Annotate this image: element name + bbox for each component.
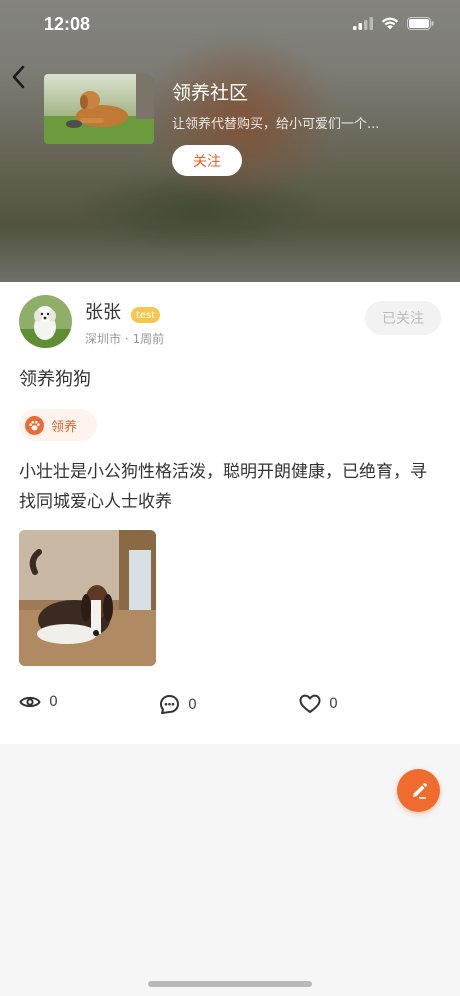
paw-icon bbox=[25, 415, 44, 435]
author-name[interactable]: 张张 bbox=[85, 298, 121, 324]
back-button[interactable] bbox=[6, 62, 30, 92]
author-location: 深圳市 bbox=[85, 332, 122, 346]
post-card: 张张 test 深圳市 · 1周前 已关注 领养狗狗 领养 小壮壮是小公狗性格活… bbox=[0, 282, 460, 744]
topic-label: 领养 bbox=[51, 419, 78, 435]
views-stat: 0 bbox=[19, 694, 58, 710]
community-header: 12:08 领养社区 让领养代替购买，给小可爱们一个... 关注 bbox=[0, 0, 460, 282]
chevron-left-icon bbox=[12, 65, 25, 89]
post-body: 小壮壮是小公狗性格活泼，聪明开朗健康，已绝育，寻找同城爱心人士收养 bbox=[19, 462, 427, 512]
community-title: 领养社区 bbox=[172, 82, 249, 104]
likes-stat[interactable]: 0 bbox=[299, 694, 338, 714]
heart-icon bbox=[299, 694, 321, 713]
community-thumbnail bbox=[44, 74, 154, 144]
post-image[interactable] bbox=[19, 530, 156, 666]
post-title: 领养狗狗 bbox=[19, 369, 91, 390]
compose-post-button[interactable] bbox=[397, 769, 440, 812]
post-time: 1周前 bbox=[132, 332, 165, 346]
views-count: 0 bbox=[49, 694, 58, 710]
comments-stat[interactable]: 0 bbox=[159, 694, 197, 715]
likes-count: 0 bbox=[329, 696, 338, 712]
comments-count: 0 bbox=[188, 696, 197, 713]
eye-icon bbox=[19, 696, 41, 708]
wifi-icon bbox=[381, 17, 399, 30]
follow-community-button[interactable]: 关注 bbox=[172, 145, 242, 176]
cellular-signal-icon bbox=[353, 17, 373, 30]
battery-icon bbox=[407, 17, 434, 30]
post-stats: 0 0 0 bbox=[19, 694, 439, 720]
community-description: 让领养代替购买，给小可爱们一个... bbox=[172, 117, 380, 132]
status-time: 12:08 bbox=[44, 14, 91, 34]
author-avatar[interactable] bbox=[19, 295, 72, 348]
home-indicator[interactable] bbox=[148, 981, 312, 987]
followed-button[interactable]: 已关注 bbox=[365, 301, 441, 335]
author-badge: test bbox=[131, 307, 161, 323]
comment-icon bbox=[160, 695, 179, 714]
status-bar: 12:08 bbox=[0, 0, 460, 50]
author-meta: 深圳市 · 1周前 bbox=[85, 332, 165, 346]
topic-chip[interactable]: 领养 bbox=[19, 409, 98, 441]
edit-pen-icon bbox=[412, 782, 427, 799]
